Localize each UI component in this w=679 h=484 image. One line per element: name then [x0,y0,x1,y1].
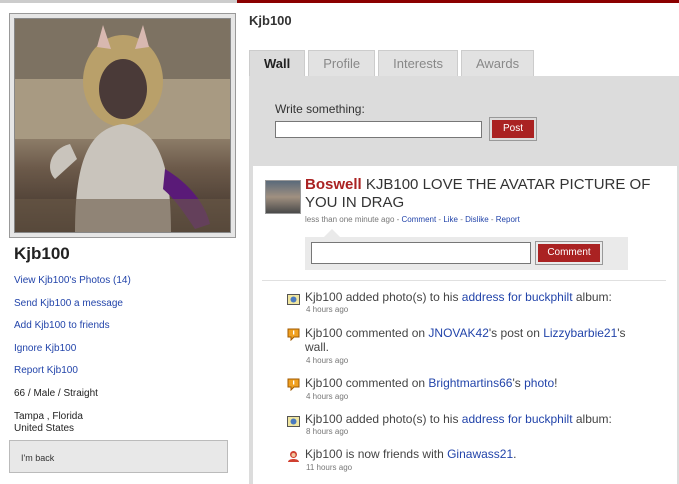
photo-icon [287,416,300,427]
comment-arrow [324,229,340,237]
activity-time: 8 hours ago [306,427,349,436]
location-city: Tampa , Florida [14,411,83,422]
tab-wall[interactable]: Wall [249,50,306,76]
activity-link[interactable]: address for buckphilt [462,290,573,304]
dislike-link[interactable]: Dislike [465,215,489,224]
activity-text: ! [554,376,558,390]
comment-icon [287,378,300,391]
activity-user: Kjb100 [305,290,343,304]
report-user-link[interactable]: Report Kjb100 [14,364,234,387]
activity-item: Kjb100 commented on Brightmartins66's ph… [305,376,650,390]
activity-text: added photo(s) to his [342,290,462,304]
ignore-user-link[interactable]: Ignore Kjb100 [14,342,234,365]
tab-interests[interactable]: Interests [378,50,458,76]
activity-time: 4 hours ago [306,392,349,401]
add-friend-link[interactable]: Add Kjb100 to friends [14,319,234,342]
activity-user: Kjb100 [305,376,343,390]
friend-icon [288,451,299,462]
activity-link[interactable]: address for buckphilt [462,412,573,426]
write-input[interactable] [275,121,482,138]
activity-item: Kjb100 added photo(s) to his address for… [305,412,650,426]
comment-icon [287,328,300,341]
location-country: United States [14,423,75,434]
activity-item: Kjb100 added photo(s) to his address for… [305,290,650,304]
write-label: Write something: [275,102,365,116]
activity-time: 11 hours ago [306,463,353,472]
activity-user: Kjb100 [305,447,343,461]
comment-button[interactable]: Comment [535,241,603,265]
activity-link[interactable]: JNOVAK42 [428,326,488,340]
activity-link[interactable]: photo [524,376,554,390]
activity-text: commented on [342,376,429,390]
activity-text: . [513,447,517,461]
profile-photo-illustration [15,19,230,232]
activity-text: 's [512,376,525,390]
top-bar-left [0,0,237,3]
activity-item: Kjb100 commented on JNOVAK42's post on L… [305,326,650,354]
activity-text: is now friends with [342,447,448,461]
activity-time: 4 hours ago [306,356,349,365]
activity-text: added photo(s) to his [342,412,462,426]
report-link[interactable]: Report [496,215,520,224]
activity-link[interactable]: Lizzybarbie21 [543,326,617,340]
comment-input[interactable] [311,242,531,264]
post-author[interactable]: Boswell [305,176,362,193]
activity-text: album: [572,290,612,304]
activity-user: Kjb100 [305,412,343,426]
profile-actions: View Kjb100's Photos (14) Send Kjb100 a … [14,274,234,387]
post-button[interactable]: Post [489,117,537,141]
tab-profile[interactable]: Profile [308,50,376,76]
profile-info: 66 / Male / Straight [14,388,98,399]
activity-text: 's post on [488,326,544,340]
activity-time: 4 hours ago [306,305,349,314]
like-link[interactable]: Like [443,215,458,224]
wall-feed [253,166,677,484]
tab-awards[interactable]: Awards [460,50,535,76]
send-message-link[interactable]: Send Kjb100 a message [14,297,234,320]
comment-link[interactable]: Comment [402,215,437,224]
profile-photo-frame [9,13,236,238]
profile-photo[interactable] [14,18,231,233]
activity-item: Kjb100 is now friends with Ginawass21. [305,447,650,461]
photo-icon [287,294,300,305]
post-content: Boswell KJB100 LOVE THE AVATAR PICTURE O… [305,176,660,212]
activity-text: commented on [342,326,429,340]
activity-link[interactable]: Brightmartins66 [428,376,512,390]
divider [262,280,666,281]
page-title: Kjb100 [249,13,292,28]
activity-link[interactable]: Ginawass21 [447,447,513,461]
profile-location: Tampa , Florida United States [14,411,83,435]
avatar[interactable] [265,180,301,214]
view-photos-link[interactable]: View Kjb100's Photos (14) [14,274,234,297]
profile-name: Kjb100 [14,244,70,263]
activity-text: album: [572,412,612,426]
activity-user: Kjb100 [305,326,343,340]
status-message: I'm back [9,440,228,473]
post-time: less than one minute ago [305,215,395,224]
post-meta: less than one minute ago - Comment - Lik… [305,215,520,224]
profile-tabs: Wall Profile Interests Awards [249,50,537,76]
